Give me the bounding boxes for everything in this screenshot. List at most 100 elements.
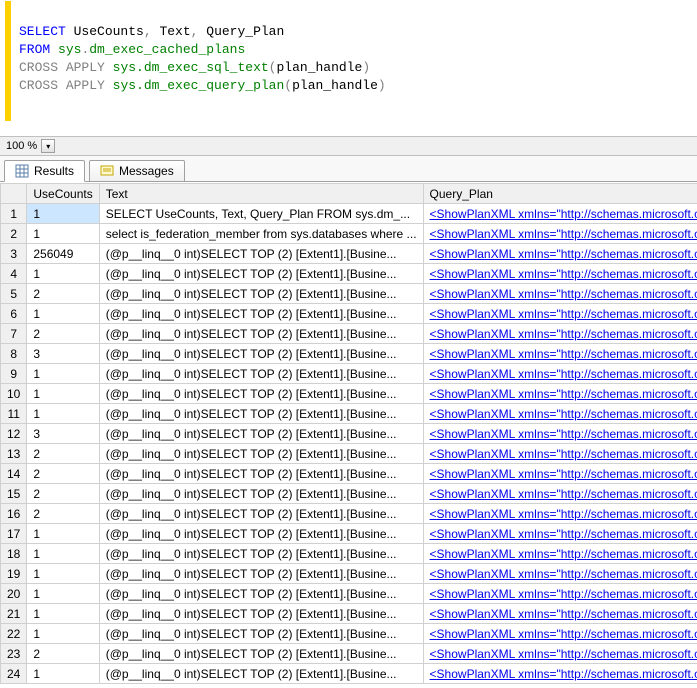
showplan-xml-link[interactable]: <ShowPlanXML xmlns="http://schemas.micro… [430, 607, 697, 621]
row-number[interactable]: 18 [1, 544, 27, 564]
col-text[interactable]: Text [99, 184, 423, 204]
cell-text[interactable]: (@p__linq__0 int)SELECT TOP (2) [Extent1… [99, 304, 423, 324]
cell-text[interactable]: (@p__linq__0 int)SELECT TOP (2) [Extent1… [99, 424, 423, 444]
showplan-xml-link[interactable]: <ShowPlanXML xmlns="http://schemas.micro… [430, 407, 697, 421]
cell-text[interactable]: (@p__linq__0 int)SELECT TOP (2) [Extent1… [99, 484, 423, 504]
cell-usecounts[interactable]: 1 [27, 204, 99, 224]
cell-usecounts[interactable]: 3 [27, 344, 99, 364]
table-row[interactable]: 101(@p__linq__0 int)SELECT TOP (2) [Exte… [1, 384, 697, 404]
cell-usecounts[interactable]: 1 [27, 564, 99, 584]
results-grid[interactable]: UseCounts Text Query_Plan 11SELECT UseCo… [0, 183, 697, 684]
cell-queryplan[interactable]: <ShowPlanXML xmlns="http://schemas.micro… [423, 244, 697, 264]
tab-messages[interactable]: Messages [89, 160, 185, 181]
cell-text[interactable]: (@p__linq__0 int)SELECT TOP (2) [Extent1… [99, 584, 423, 604]
row-number[interactable]: 16 [1, 504, 27, 524]
cell-text[interactable]: (@p__linq__0 int)SELECT TOP (2) [Extent1… [99, 404, 423, 424]
showplan-xml-link[interactable]: <ShowPlanXML xmlns="http://schemas.micro… [430, 427, 697, 441]
table-row[interactable]: 3256049(@p__linq__0 int)SELECT TOP (2) [… [1, 244, 697, 264]
cell-usecounts[interactable]: 1 [27, 404, 99, 424]
cell-text[interactable]: (@p__linq__0 int)SELECT TOP (2) [Extent1… [99, 324, 423, 344]
showplan-xml-link[interactable]: <ShowPlanXML xmlns="http://schemas.micro… [430, 527, 697, 541]
cell-queryplan[interactable]: <ShowPlanXML xmlns="http://schemas.micro… [423, 304, 697, 324]
cell-usecounts[interactable]: 2 [27, 484, 99, 504]
cell-usecounts[interactable]: 1 [27, 584, 99, 604]
showplan-xml-link[interactable]: <ShowPlanXML xmlns="http://schemas.micro… [430, 307, 697, 321]
cell-usecounts[interactable]: 2 [27, 444, 99, 464]
cell-text[interactable]: (@p__linq__0 int)SELECT TOP (2) [Extent1… [99, 524, 423, 544]
showplan-xml-link[interactable]: <ShowPlanXML xmlns="http://schemas.micro… [430, 247, 697, 261]
cell-usecounts[interactable]: 1 [27, 304, 99, 324]
showplan-xml-link[interactable]: <ShowPlanXML xmlns="http://schemas.micro… [430, 347, 697, 361]
col-queryplan[interactable]: Query_Plan [423, 184, 697, 204]
row-number[interactable]: 10 [1, 384, 27, 404]
table-row[interactable]: 11SELECT UseCounts, Text, Query_Plan FRO… [1, 204, 697, 224]
cell-usecounts[interactable]: 1 [27, 264, 99, 284]
cell-queryplan[interactable]: <ShowPlanXML xmlns="http://schemas.micro… [423, 584, 697, 604]
cell-usecounts[interactable]: 1 [27, 364, 99, 384]
table-row[interactable]: 111(@p__linq__0 int)SELECT TOP (2) [Exte… [1, 404, 697, 424]
cell-usecounts[interactable]: 2 [27, 284, 99, 304]
table-row[interactable]: 152(@p__linq__0 int)SELECT TOP (2) [Exte… [1, 484, 697, 504]
row-number[interactable]: 23 [1, 644, 27, 664]
cell-queryplan[interactable]: <ShowPlanXML xmlns="http://schemas.micro… [423, 364, 697, 384]
cell-queryplan[interactable]: <ShowPlanXML xmlns="http://schemas.micro… [423, 604, 697, 624]
cell-queryplan[interactable]: <ShowPlanXML xmlns="http://schemas.micro… [423, 624, 697, 644]
cell-queryplan[interactable]: <ShowPlanXML xmlns="http://schemas.micro… [423, 404, 697, 424]
cell-usecounts[interactable]: 2 [27, 324, 99, 344]
table-row[interactable]: 91(@p__linq__0 int)SELECT TOP (2) [Exten… [1, 364, 697, 384]
showplan-xml-link[interactable]: <ShowPlanXML xmlns="http://schemas.micro… [430, 667, 697, 681]
cell-usecounts[interactable]: 256049 [27, 244, 99, 264]
showplan-xml-link[interactable]: <ShowPlanXML xmlns="http://schemas.micro… [430, 567, 697, 581]
showplan-xml-link[interactable]: <ShowPlanXML xmlns="http://schemas.micro… [430, 547, 697, 561]
cell-queryplan[interactable]: <ShowPlanXML xmlns="http://schemas.micro… [423, 204, 697, 224]
cell-usecounts[interactable]: 3 [27, 424, 99, 444]
cell-queryplan[interactable]: <ShowPlanXML xmlns="http://schemas.micro… [423, 484, 697, 504]
table-row[interactable]: 232(@p__linq__0 int)SELECT TOP (2) [Exte… [1, 644, 697, 664]
row-number[interactable]: 24 [1, 664, 27, 684]
cell-queryplan[interactable]: <ShowPlanXML xmlns="http://schemas.micro… [423, 284, 697, 304]
showplan-xml-link[interactable]: <ShowPlanXML xmlns="http://schemas.micro… [430, 467, 697, 481]
cell-queryplan[interactable]: <ShowPlanXML xmlns="http://schemas.micro… [423, 464, 697, 484]
cell-queryplan[interactable]: <ShowPlanXML xmlns="http://schemas.micro… [423, 224, 697, 244]
table-row[interactable]: 201(@p__linq__0 int)SELECT TOP (2) [Exte… [1, 584, 697, 604]
row-number[interactable]: 4 [1, 264, 27, 284]
table-row[interactable]: 123(@p__linq__0 int)SELECT TOP (2) [Exte… [1, 424, 697, 444]
table-row[interactable]: 72(@p__linq__0 int)SELECT TOP (2) [Exten… [1, 324, 697, 344]
table-row[interactable]: 211(@p__linq__0 int)SELECT TOP (2) [Exte… [1, 604, 697, 624]
showplan-xml-link[interactable]: <ShowPlanXML xmlns="http://schemas.micro… [430, 227, 697, 241]
showplan-xml-link[interactable]: <ShowPlanXML xmlns="http://schemas.micro… [430, 327, 697, 341]
row-number[interactable]: 21 [1, 604, 27, 624]
cell-text[interactable]: (@p__linq__0 int)SELECT TOP (2) [Extent1… [99, 344, 423, 364]
table-row[interactable]: 221(@p__linq__0 int)SELECT TOP (2) [Exte… [1, 624, 697, 644]
cell-queryplan[interactable]: <ShowPlanXML xmlns="http://schemas.micro… [423, 664, 697, 684]
cell-text[interactable]: (@p__linq__0 int)SELECT TOP (2) [Extent1… [99, 604, 423, 624]
col-usecounts[interactable]: UseCounts [27, 184, 99, 204]
row-number[interactable]: 22 [1, 624, 27, 644]
showplan-xml-link[interactable]: <ShowPlanXML xmlns="http://schemas.micro… [430, 647, 697, 661]
cell-usecounts[interactable]: 1 [27, 604, 99, 624]
cell-usecounts[interactable]: 1 [27, 524, 99, 544]
cell-queryplan[interactable]: <ShowPlanXML xmlns="http://schemas.micro… [423, 344, 697, 364]
cell-usecounts[interactable]: 2 [27, 644, 99, 664]
showplan-xml-link[interactable]: <ShowPlanXML xmlns="http://schemas.micro… [430, 447, 697, 461]
cell-queryplan[interactable]: <ShowPlanXML xmlns="http://schemas.micro… [423, 504, 697, 524]
table-row[interactable]: 171(@p__linq__0 int)SELECT TOP (2) [Exte… [1, 524, 697, 544]
results-grid-wrap[interactable]: UseCounts Text Query_Plan 11SELECT UseCo… [0, 182, 697, 688]
cell-text[interactable]: (@p__linq__0 int)SELECT TOP (2) [Extent1… [99, 564, 423, 584]
showplan-xml-link[interactable]: <ShowPlanXML xmlns="http://schemas.micro… [430, 507, 697, 521]
row-number[interactable]: 1 [1, 204, 27, 224]
row-number[interactable]: 12 [1, 424, 27, 444]
cell-text[interactable]: select is_federation_member from sys.dat… [99, 224, 423, 244]
cell-queryplan[interactable]: <ShowPlanXML xmlns="http://schemas.micro… [423, 544, 697, 564]
editor-content[interactable]: SELECT UseCounts, Text, Query_Plan FROM … [11, 1, 392, 121]
row-number[interactable]: 7 [1, 324, 27, 344]
showplan-xml-link[interactable]: <ShowPlanXML xmlns="http://schemas.micro… [430, 207, 697, 221]
cell-text[interactable]: (@p__linq__0 int)SELECT TOP (2) [Extent1… [99, 464, 423, 484]
row-number[interactable]: 17 [1, 524, 27, 544]
cell-text[interactable]: (@p__linq__0 int)SELECT TOP (2) [Extent1… [99, 384, 423, 404]
table-row[interactable]: 142(@p__linq__0 int)SELECT TOP (2) [Exte… [1, 464, 697, 484]
row-number[interactable]: 6 [1, 304, 27, 324]
cell-text[interactable]: (@p__linq__0 int)SELECT TOP (2) [Extent1… [99, 264, 423, 284]
cell-text[interactable]: (@p__linq__0 int)SELECT TOP (2) [Extent1… [99, 284, 423, 304]
cell-text[interactable]: (@p__linq__0 int)SELECT TOP (2) [Extent1… [99, 444, 423, 464]
